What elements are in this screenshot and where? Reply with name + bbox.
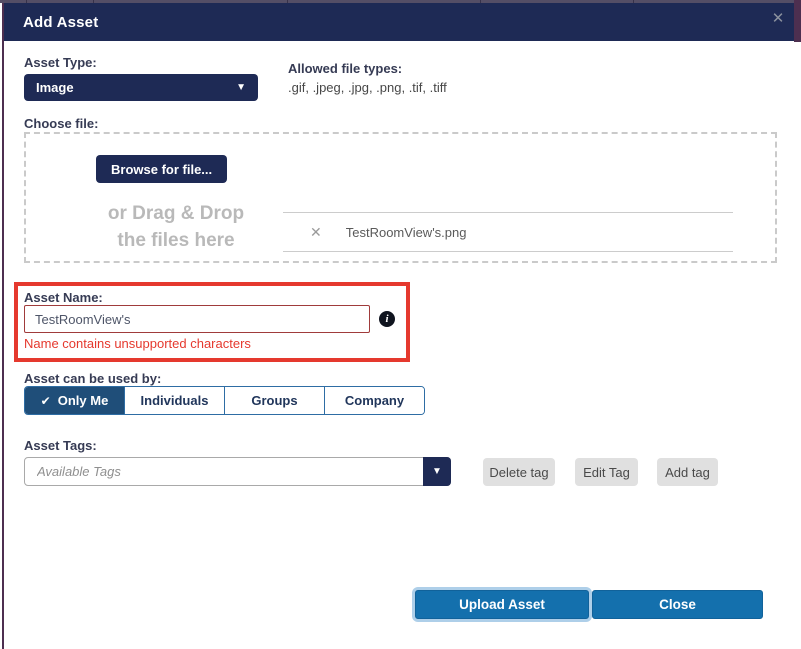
backdrop-left-edge — [2, 3, 4, 649]
add-tag-button[interactable]: Add tag — [657, 458, 718, 486]
backdrop-right-edge — [794, 0, 801, 42]
selected-file-name: TestRoomView's.png — [346, 225, 467, 240]
browse-for-file-button[interactable]: Browse for file... — [96, 155, 227, 183]
check-icon: ✔ — [41, 394, 51, 408]
asset-tags-label: Asset Tags: — [24, 438, 97, 453]
used-by-button-group: ✔ Only Me Individuals Groups Company — [24, 386, 425, 415]
edit-tag-button[interactable]: Edit Tag — [575, 458, 638, 486]
asset-tags-dropdown-button[interactable]: ▼ — [423, 457, 451, 486]
asset-type-label: Asset Type: — [24, 55, 97, 70]
used-by-option-individuals[interactable]: Individuals — [124, 387, 224, 414]
chevron-down-icon: ▼ — [432, 466, 442, 477]
info-icon: i — [379, 311, 395, 327]
used-by-option-label: Groups — [251, 393, 297, 408]
asset-name-error-message: Name contains unsupported characters — [24, 336, 251, 351]
allowed-file-types-label: Allowed file types: — [288, 61, 402, 76]
used-by-option-company[interactable]: Company — [324, 387, 424, 414]
asset-type-dropdown[interactable]: Image ▼ — [24, 74, 258, 101]
drag-drop-hint: or Drag & Drop the files here — [64, 200, 288, 254]
choose-file-label: Choose file: — [24, 116, 98, 131]
used-by-option-label: Company — [345, 393, 404, 408]
asset-tags-input[interactable] — [25, 458, 450, 485]
asset-type-selected-value: Image — [24, 80, 236, 95]
used-by-option-only-me[interactable]: ✔ Only Me — [25, 387, 124, 414]
selected-file-row: ✕ TestRoomView's.png — [283, 212, 733, 252]
remove-file-icon[interactable]: ✕ — [310, 224, 322, 241]
drag-drop-hint-line2: the files here — [64, 227, 288, 254]
used-by-option-groups[interactable]: Groups — [224, 387, 324, 414]
used-by-option-label: Individuals — [141, 393, 209, 408]
delete-tag-button[interactable]: Delete tag — [483, 458, 555, 486]
asset-name-label: Asset Name: — [24, 290, 103, 305]
asset-tags-select[interactable]: ▼ — [24, 457, 451, 486]
close-button[interactable]: Close — [592, 590, 763, 619]
upload-asset-button[interactable]: Upload Asset — [415, 590, 589, 619]
drag-drop-hint-line1: or Drag & Drop — [64, 200, 288, 227]
dialog-title: Add Asset — [4, 14, 98, 31]
dialog-header: Add Asset — [4, 3, 794, 41]
chevron-down-icon: ▼ — [236, 82, 258, 93]
used-by-label: Asset can be used by: — [24, 371, 161, 386]
close-icon[interactable]: ✕ — [767, 8, 789, 30]
add-asset-dialog: Add Asset ✕ Asset Type: Image ▼ Allowed … — [0, 0, 801, 649]
used-by-option-label: Only Me — [58, 393, 109, 408]
asset-name-input[interactable] — [24, 305, 370, 333]
allowed-file-types-value: .gif, .jpeg, .jpg, .png, .tif, .tiff — [288, 80, 447, 95]
file-dropzone[interactable]: Browse for file... or Drag & Drop the fi… — [24, 132, 777, 263]
